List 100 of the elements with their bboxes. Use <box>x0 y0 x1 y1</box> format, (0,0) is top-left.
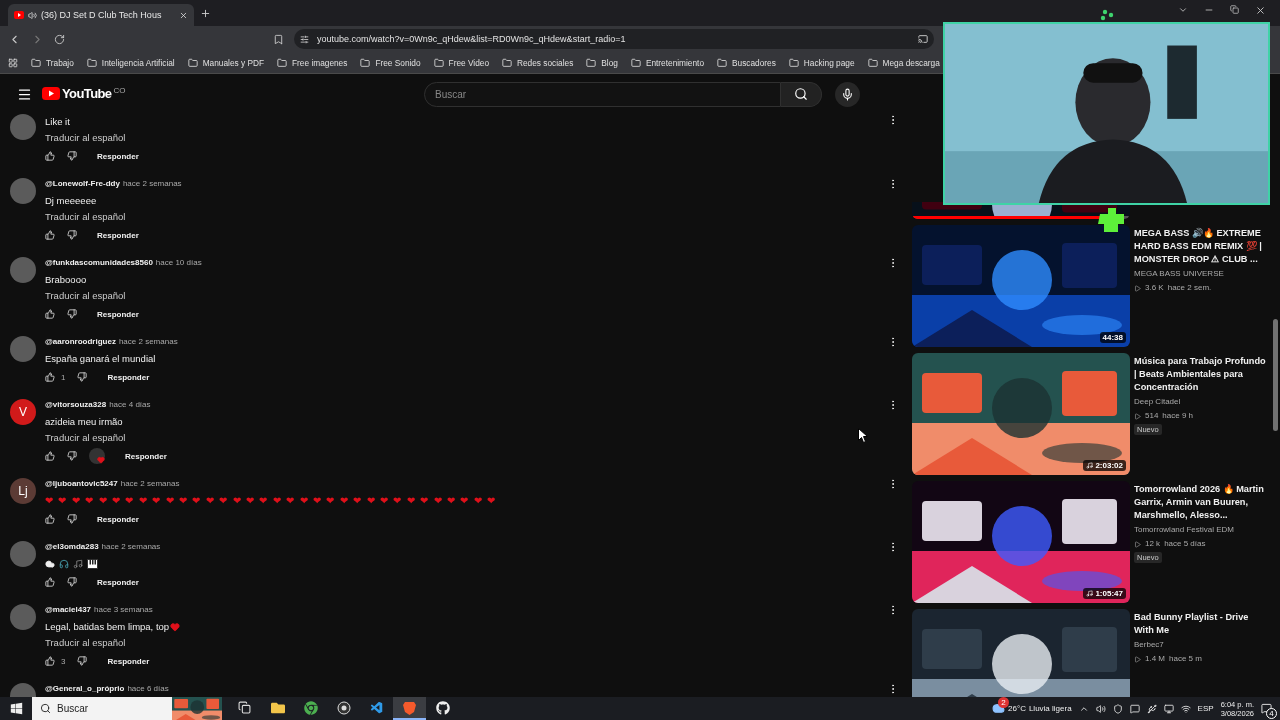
close-icon[interactable] <box>179 10 189 20</box>
comment-time[interactable]: hace 2 semanas <box>118 336 178 351</box>
address-field[interactable]: youtube.com/watch?v=0Wn9c_qHdew&list=RD0Wn9c_qHdew&start_radio=1 <box>294 29 934 49</box>
comment-time[interactable]: hace 2 semanas <box>120 478 180 493</box>
dislike-icon[interactable] <box>67 514 77 524</box>
dislike-icon[interactable] <box>77 656 88 666</box>
like-count: 1 <box>61 372 66 382</box>
comment-author[interactable]: @Lonewolf-Fre-ddy <box>45 178 120 193</box>
comment-time[interactable]: hace 2 semanas <box>122 178 182 193</box>
translate-link[interactable]: Traducir al español <box>45 635 126 651</box>
restore-icon[interactable] <box>1230 4 1239 14</box>
volume-icon[interactable] <box>1095 703 1106 714</box>
reply-button[interactable]: Responder <box>89 514 139 524</box>
bookmark-folder[interactable]: Hacking page <box>788 57 855 68</box>
channel-name[interactable]: MEGA BASS UNIVERSE <box>1134 268 1268 280</box>
like-icon[interactable] <box>45 309 55 319</box>
comment-author[interactable]: @ljuboantovic5247 <box>45 478 118 493</box>
network-icon[interactable] <box>1180 703 1191 714</box>
reply-button[interactable]: Responder <box>99 656 150 666</box>
reply-button[interactable]: Responder <box>89 230 139 240</box>
translate-link[interactable]: Traducir al español <box>45 130 126 146</box>
like-icon[interactable] <box>45 577 55 587</box>
bookmark-folder[interactable]: Free imagenes <box>277 57 348 68</box>
reply-button[interactable]: Responder <box>117 451 167 461</box>
bookmark-folder[interactable]: Manuales y PDF <box>187 57 265 68</box>
reply-button[interactable]: Responder <box>89 577 139 587</box>
like-icon[interactable] <box>45 372 55 382</box>
comment-time[interactable]: hace 2 semanas <box>101 541 161 556</box>
search-button[interactable] <box>781 81 822 107</box>
search-field[interactable]: Buscar <box>424 81 781 107</box>
channel-name[interactable]: Berbec7 <box>1134 639 1268 651</box>
dislike-icon[interactable] <box>67 577 77 587</box>
weather-widget[interactable]: 2 26°C Lluvia ligera <box>992 697 1072 720</box>
translate-link[interactable]: Traducir al español <box>45 430 126 446</box>
bookmark-folder[interactable]: Buscadores <box>717 57 776 68</box>
dislike-icon[interactable] <box>67 151 77 161</box>
new-tab-icon[interactable] <box>200 7 212 19</box>
dislike-icon[interactable] <box>67 230 77 240</box>
reply-button[interactable]: Responder <box>89 151 139 161</box>
comment-time[interactable]: hace 10 días <box>155 257 202 272</box>
menu-icon[interactable] <box>17 86 32 102</box>
bookmark-folder[interactable]: Redes sociales <box>502 57 574 68</box>
monitor-icon[interactable] <box>1163 703 1174 714</box>
channel-name[interactable]: Tomorrowland Festival EDM <box>1134 524 1268 536</box>
chat-icon[interactable] <box>1129 703 1140 714</box>
reply-button[interactable]: Responder <box>89 309 139 319</box>
taskbar-search-field[interactable]: Buscar <box>32 697 222 720</box>
channel-name[interactable]: Deep Citadel <box>1134 396 1268 408</box>
dislike-icon[interactable] <box>77 372 88 382</box>
video-title[interactable]: Tomorrowland 2026 🔥 Martin Garrix, Armin van Buuren, Marshmello, Alesso... <box>1134 483 1268 522</box>
bookmark-folder[interactable]: Free Video <box>433 57 489 68</box>
like-icon[interactable] <box>45 451 55 461</box>
comment-author[interactable]: @maciel437 <box>45 604 92 619</box>
bookmark-folder[interactable]: Mega descarga <box>867 57 940 68</box>
comment-text: ❤❤❤❤❤❤❤❤❤❤❤❤❤❤❤❤❤❤❤❤❤❤❤❤❤❤❤❤❤❤❤❤❤❤ <box>45 494 501 508</box>
comment-time[interactable]: hace 6 días <box>127 683 169 697</box>
search-icon <box>794 87 808 101</box>
comment-author[interactable]: @aaronroodriguez <box>45 336 116 351</box>
comment-author[interactable]: @vitorsouza328 <box>45 399 107 414</box>
dislike-icon[interactable] <box>67 309 77 319</box>
video-title[interactable]: Bad Bunny Playlist - Drive With Me <box>1134 611 1268 637</box>
bookmark-folder[interactable]: Blog <box>586 57 618 68</box>
browser-tab[interactable]: (36) DJ Set D Club Tech Hous <box>8 4 195 26</box>
close-icon[interactable] <box>1255 4 1266 16</box>
dislike-icon[interactable] <box>67 451 77 461</box>
like-icon[interactable] <box>45 514 55 524</box>
comment-time[interactable]: hace 4 días <box>109 399 151 414</box>
bookmark-folder[interactable]: Inteligencia Artificial <box>86 57 175 68</box>
bookmark-icon[interactable] <box>273 33 284 45</box>
reply-button[interactable]: Responder <box>99 372 150 382</box>
scrollbar-thumb[interactable] <box>1273 319 1278 431</box>
like-icon[interactable] <box>45 151 55 161</box>
bookmark-folder[interactable]: Free Sonido <box>360 57 421 68</box>
language-indicator[interactable]: ESP <box>1197 704 1214 713</box>
video-title[interactable]: MEGA BASS 🔊🔥 EXTREME HARD BASS EDM REMIX 💯 | MONSTER DROP ⚠ CLUB ... <box>1134 227 1268 266</box>
reload-icon[interactable] <box>54 33 65 45</box>
cast-icon[interactable] <box>918 34 928 44</box>
bookmark-folder[interactable]: Trabajo <box>31 57 74 68</box>
play-icon <box>1134 284 1141 292</box>
comment-author[interactable]: @funkdascomunidades8560 <box>45 257 153 272</box>
comment-author[interactable]: @General_o_próprio <box>45 683 125 697</box>
comment-author[interactable]: @el3omda283 <box>45 541 99 556</box>
notifications-icon[interactable] <box>1261 703 1272 714</box>
search-icon <box>40 703 51 714</box>
like-icon[interactable] <box>45 656 55 666</box>
site-settings-icon[interactable] <box>300 34 309 44</box>
apps-icon[interactable] <box>8 57 18 68</box>
folder-icon <box>277 57 288 68</box>
usb-icon[interactable] <box>1146 703 1157 714</box>
translate-link[interactable]: Traducir al español <box>45 288 126 304</box>
video-title[interactable]: Música para Trabajo Profundo | Beats Ambientales para Concentración <box>1134 355 1268 394</box>
comment-time[interactable]: hace 3 semanas <box>94 604 153 619</box>
windows-icon[interactable] <box>9 702 23 715</box>
voice-search-button[interactable] <box>835 81 860 107</box>
shield-icon[interactable] <box>1112 703 1123 714</box>
like-icon[interactable] <box>45 230 55 240</box>
drag-handle-icon[interactable] <box>1100 9 1116 21</box>
translate-link[interactable]: Traducir al español <box>45 209 126 225</box>
youtube-favicon <box>14 11 24 19</box>
bookmark-folder[interactable]: Entretenimiento <box>630 57 704 68</box>
